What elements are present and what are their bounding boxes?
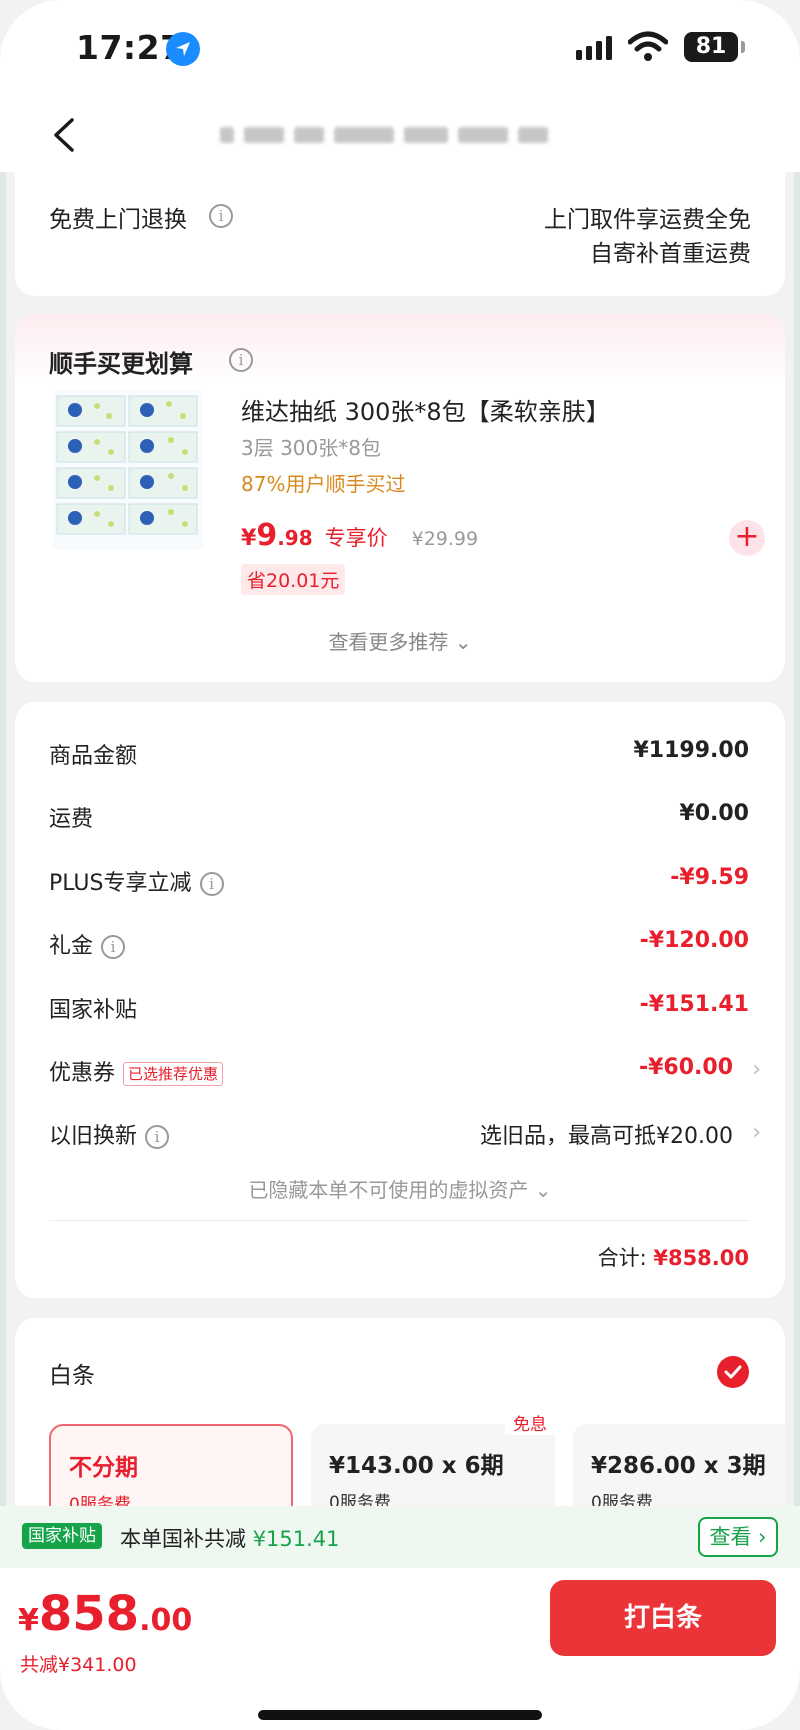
exclusive-price-tag: 专享价 xyxy=(324,526,388,550)
final-price: ¥ 858 .00 xyxy=(18,1586,192,1642)
checkout-screen: 17:27 81 免费上门退换 i 上门取件享运费全免 自寄补首重运费 顺手买更… xyxy=(0,0,800,1730)
subsidy-tag: 国家补贴 xyxy=(22,1523,102,1549)
total-savings: 共减¥341.00 xyxy=(20,1654,137,1676)
coupon-selected-tag: 已选推荐优惠 xyxy=(123,1062,224,1086)
original-price: ¥29.99 xyxy=(411,528,479,550)
summary-label-text: 优惠券 xyxy=(49,1061,116,1086)
cellular-signal-icon xyxy=(576,36,616,64)
summary-label-text: 以旧换新 xyxy=(49,1124,138,1149)
summary-label-text: PLUS专享立减 xyxy=(49,871,192,896)
wifi-icon xyxy=(627,30,669,66)
installment-title: 不分期 xyxy=(69,1455,138,1481)
total-value: ¥858.00 xyxy=(653,1246,749,1270)
subsidy-amount: ¥151.41 xyxy=(252,1527,340,1551)
return-self-send-text: 自寄补首重运费 xyxy=(590,241,751,267)
coupon-row[interactable]: 优惠券 已选推荐优惠 -¥60.00 › xyxy=(49,1049,761,1089)
blurred-text xyxy=(294,127,324,143)
return-service-card[interactable]: 免费上门退换 i 上门取件享运费全免 自寄补首重运费 xyxy=(15,172,785,296)
summary-label-text: 礼金 xyxy=(49,934,94,959)
product-spec: 3层 300张*8包 xyxy=(241,436,381,460)
pay-with-baitiao-button[interactable]: 打白条 xyxy=(550,1580,776,1656)
summary-label: 优惠券 已选推荐优惠 xyxy=(49,1055,224,1087)
checkout-bar: ¥ 858 .00 共减¥341.00 打白条 xyxy=(0,1568,800,1730)
hidden-assets-toggle[interactable]: 已隐藏本单不可使用的虚拟资产 ⌄ xyxy=(15,1174,785,1203)
summary-label: PLUS专享立减 i xyxy=(49,865,224,897)
price-integer: 9 xyxy=(256,518,278,553)
summary-row: 运费 ¥0.00 xyxy=(49,795,749,835)
location-arrow-icon xyxy=(166,32,200,66)
subsidy-label: 本单国补共减 xyxy=(120,1527,246,1551)
final-price-decimal: .00 xyxy=(139,1603,193,1638)
order-total: 合计: ¥858.00 xyxy=(598,1242,749,1272)
chevron-right-icon: › xyxy=(752,1057,761,1082)
payment-card: 白条 不分期 0服务费 免息 ¥143.00 x 6期 0服务费 ¥286.00… xyxy=(15,1318,785,1534)
blurred-text xyxy=(220,127,234,143)
summary-value: -¥9.59 xyxy=(670,865,749,890)
return-pickup-text: 上门取件享运费全免 xyxy=(544,207,751,233)
price-decimal: .98 xyxy=(277,526,313,550)
trade-in-row[interactable]: 以旧换新 i 选旧品，最高可抵¥20.00 › xyxy=(49,1112,761,1152)
summary-value: ¥1199.00 xyxy=(633,738,749,763)
price-currency: ¥ xyxy=(241,526,257,551)
more-recommendations-link[interactable]: 查看更多推荐 ⌄ xyxy=(15,626,785,655)
upsell-card: 顺手买更划算 i 维达抽纸 300张*8包【柔软亲肤】 3层 300张*8包 8… xyxy=(15,314,785,682)
blurred-page-title xyxy=(220,120,600,150)
summary-label: 运费 xyxy=(49,807,94,832)
subsidy-bar: 国家补贴 本单国补共减 ¥151.41 查看 › xyxy=(0,1506,800,1568)
summary-row: 国家补贴 -¥151.41 xyxy=(49,986,749,1026)
blurred-text xyxy=(244,127,284,143)
summary-label: 礼金 i xyxy=(49,928,126,960)
summary-label: 以旧换新 i xyxy=(49,1118,170,1150)
interest-free-badge: 免息 xyxy=(505,1410,555,1435)
back-icon[interactable] xyxy=(44,110,84,160)
blurred-text xyxy=(458,127,508,143)
summary-label: 商品金额 xyxy=(49,744,138,769)
blurred-text xyxy=(334,127,394,143)
final-price-currency: ¥ xyxy=(18,1603,39,1638)
info-icon[interactable]: i xyxy=(209,204,233,228)
summary-row: 礼金 i -¥120.00 xyxy=(49,922,749,962)
add-to-order-button[interactable]: + xyxy=(729,520,765,556)
blurred-text xyxy=(404,127,448,143)
summary-value: -¥151.41 xyxy=(639,992,749,1017)
installment-title: ¥286.00 x 3期 xyxy=(591,1453,766,1479)
tissue-product-image[interactable] xyxy=(53,390,203,550)
product-price-row: ¥ 9 .98 专享价 ¥29.99 xyxy=(241,518,478,553)
return-service-label: 免费上门退换 xyxy=(49,207,187,233)
blurred-text xyxy=(518,127,548,143)
product-name[interactable]: 维达抽纸 300张*8包【柔软亲肤】 xyxy=(241,392,610,427)
status-bar: 17:27 81 xyxy=(0,0,800,100)
chevron-right-icon: › xyxy=(752,1120,761,1145)
summary-row: 商品金额 ¥1199.00 xyxy=(49,732,749,772)
payment-method-label[interactable]: 白条 xyxy=(49,1356,95,1390)
save-badge: 省20.01元 xyxy=(241,564,346,595)
summary-label: 国家补贴 xyxy=(49,998,138,1023)
check-icon[interactable] xyxy=(717,1356,749,1388)
order-summary-card: 商品金额 ¥1199.00 运费 ¥0.00 PLUS专享立减 i -¥9.59 … xyxy=(15,702,785,1298)
subsidy-text: 本单国补共减 ¥151.41 xyxy=(120,1523,340,1553)
summary-value: ¥0.00 xyxy=(679,801,749,826)
total-label: 合计: xyxy=(597,1246,647,1270)
view-subsidy-label: 查看 xyxy=(709,1525,752,1549)
nav-bar xyxy=(0,100,800,172)
divider xyxy=(49,1220,749,1221)
info-icon[interactable]: i xyxy=(101,935,126,959)
view-subsidy-button[interactable]: 查看 › xyxy=(698,1517,778,1557)
upsell-title: 顺手买更划算 xyxy=(49,350,193,378)
info-icon[interactable]: i xyxy=(229,348,253,372)
final-price-integer: 858 xyxy=(38,1586,140,1642)
product-buyers-stat: 87%用户顺手买过 xyxy=(241,472,406,496)
summary-row: PLUS专享立减 i -¥9.59 xyxy=(49,859,749,899)
summary-value: -¥60.00 xyxy=(638,1055,733,1080)
installment-title: ¥143.00 x 6期 xyxy=(329,1453,504,1479)
home-indicator[interactable] xyxy=(258,1710,542,1720)
battery-icon: 81 xyxy=(684,32,745,62)
info-icon[interactable]: i xyxy=(145,1125,170,1149)
info-icon[interactable]: i xyxy=(199,872,224,896)
summary-value: 选旧品，最高可抵¥20.00 xyxy=(480,1124,733,1149)
summary-value: -¥120.00 xyxy=(639,928,749,953)
